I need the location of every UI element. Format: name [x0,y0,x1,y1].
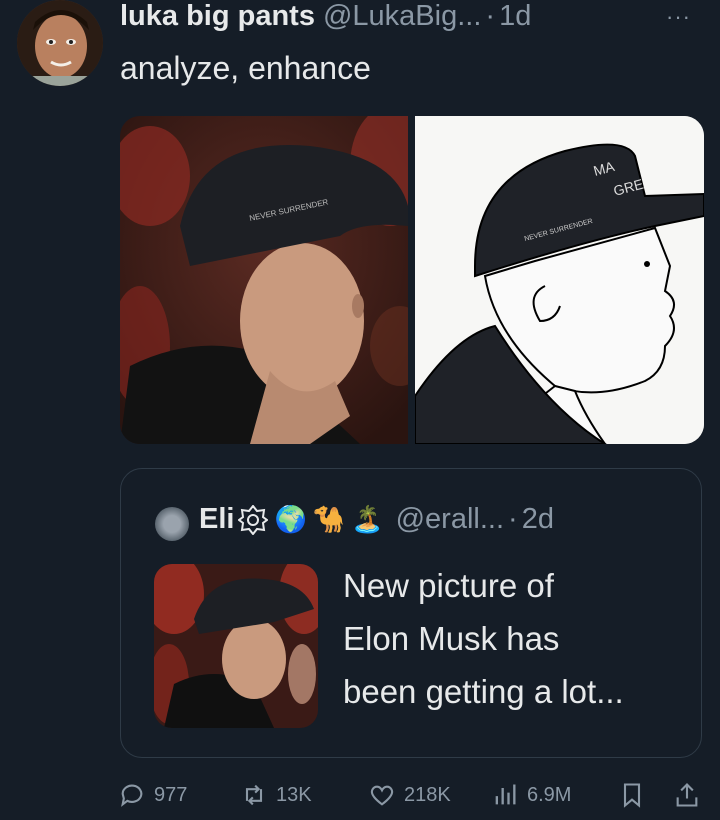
bookmark-icon [623,783,641,808]
reply-count: 977 [154,783,188,806]
post-timestamp[interactable]: 1d [499,0,531,33]
repost-button[interactable]: 13K [240,781,312,809]
quoted-timestamp[interactable]: 2d [522,503,554,536]
sketch-image: MA GRE NEVER SURRENDER [415,116,704,444]
repost-count: 13K [276,783,312,806]
post-media[interactable]: NEVER SURRENDER MA GRE NEVER SURRENDER [120,116,704,444]
share-button[interactable] [673,781,709,809]
post-text: analyze, enhance [120,50,371,86]
post-header: luka big pants @LukaBig... · 1d [120,0,531,34]
more-options-icon[interactable]: ··· [666,4,691,30]
quoted-media-thumbnail[interactable] [154,564,318,728]
quoted-display-name[interactable]: Eli [199,503,234,536]
repost-icon [245,784,263,806]
globe-icon: 🌍 [274,504,307,534]
quoted-text-line: New picture of [343,567,554,604]
island-icon: 🏝️ [351,504,384,534]
verified-badge-icon [238,504,269,535]
media-photo[interactable]: NEVER SURRENDER [120,116,408,444]
share-icon [676,783,698,807]
media-sketch[interactable]: MA GRE NEVER SURRENDER [415,116,704,444]
like-button[interactable]: 218K [368,781,451,809]
quoted-handle[interactable]: @erall... [396,503,504,536]
quoted-thumbnail-image [154,564,318,728]
quoted-author-avatar[interactable] [155,507,189,541]
author-avatar[interactable] [17,0,103,86]
reply-button[interactable]: 977 [118,781,187,809]
avatar-image [17,0,103,86]
quoted-text-line: been getting a lot... [343,673,624,710]
separator-dot: · [485,0,496,32]
reply-icon [121,784,143,807]
quoted-text: New picture of Elon Musk has been gettin… [343,559,683,718]
quoted-text-line: Elon Musk has [343,620,560,657]
photo-image: NEVER SURRENDER [120,116,408,444]
quoted-tweet[interactable]: Eli 🌍 🐪 🏝️ @erall... · 2d New picture of… [120,468,702,758]
author-display-name[interactable]: luka big pants [120,0,315,33]
author-handle[interactable]: @LukaBig... [323,0,481,33]
views-icon [495,784,516,805]
views-button[interactable]: 6.9M [491,781,571,809]
separator-dot: · [508,503,518,535]
bookmark-button[interactable] [618,781,654,809]
quoted-header: Eli 🌍 🐪 🏝️ @erall... · 2d [199,503,554,536]
view-count: 6.9M [527,783,572,806]
action-bar: 977 13K 218K 6.9M [118,781,718,817]
heart-icon [370,785,394,806]
camel-icon: 🐪 [312,504,346,534]
like-count: 218K [404,783,451,806]
